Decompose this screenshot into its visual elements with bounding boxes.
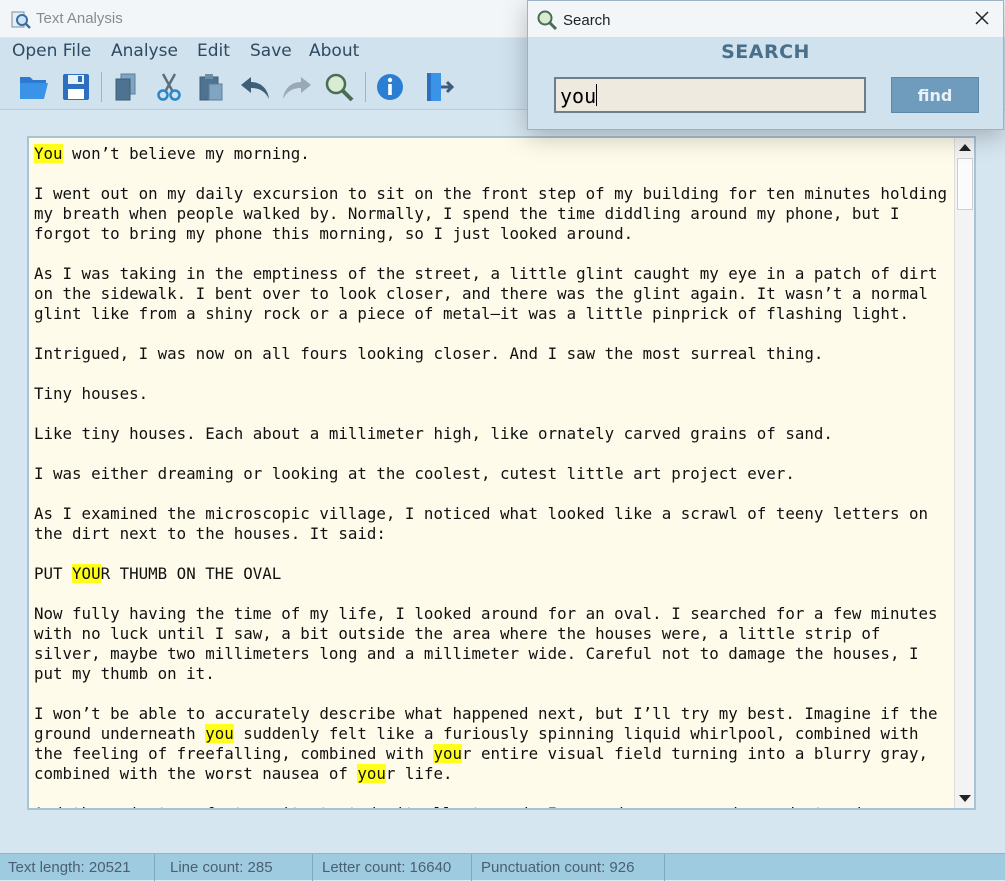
status-separator: [154, 854, 155, 881]
document-line: the feeling of freefalling, combined wit…: [34, 744, 929, 763]
search-dialog: Search SEARCH you find: [527, 0, 1004, 130]
status-separator: [312, 854, 313, 881]
copy-icon: [115, 73, 136, 101]
save-disk-icon: [63, 74, 89, 100]
document-line: with no luck until I saw, a bit outside …: [34, 624, 881, 643]
window-title: Text Analysis: [36, 10, 123, 27]
close-icon[interactable]: [973, 9, 991, 27]
document-line: forgot to bring my phone this morning, s…: [34, 224, 634, 243]
toolbar-separator: [101, 72, 102, 102]
cut-button[interactable]: [152, 70, 186, 104]
status-separator: [664, 854, 665, 881]
search-magnifier-icon: [537, 10, 558, 31]
document-line: my breath when people walked by. Normall…: [34, 204, 900, 223]
scroll-down-arrow-icon[interactable]: [959, 795, 971, 802]
document-line: Now fully having the time of my life, I …: [34, 604, 938, 623]
status-bar: Text length: 20521 Line count: 285 Lette…: [0, 853, 1005, 881]
menu-edit[interactable]: Edit: [197, 41, 230, 61]
status-line-count: Line count: 285: [170, 859, 273, 876]
search-magnifier-icon: [325, 73, 354, 102]
document-line: combined with the worst nausea of your l…: [34, 764, 453, 783]
document-line: I won’t be able to accurately describe w…: [34, 704, 938, 723]
document-line: the dirt next to the houses. It said:: [34, 524, 386, 543]
document-line: Like tiny houses. Each about a millimete…: [34, 424, 833, 443]
document-line: Tiny houses.: [34, 384, 149, 403]
document-line: silver, maybe two millimeters long and a…: [34, 644, 919, 663]
find-button[interactable]: find: [891, 77, 979, 113]
search-dialog-titlebar[interactable]: Search: [528, 1, 1003, 37]
undo-arrow-icon: [241, 77, 269, 99]
document-line: And then, just as fast as it started, it…: [34, 804, 954, 808]
menu-save[interactable]: Save: [250, 41, 292, 61]
document-line: put my thumb on it.: [34, 664, 215, 683]
redo-arrow-icon: [283, 77, 311, 99]
document-line: As I examined the microscopic village, I…: [34, 504, 928, 523]
menu-analyse[interactable]: Analyse: [111, 41, 178, 61]
exit-door-icon: [427, 73, 455, 101]
document-line: Intrigued, I was now on all fours lookin…: [34, 344, 824, 363]
scroll-up-arrow-icon[interactable]: [959, 144, 971, 151]
save-button[interactable]: [59, 70, 93, 104]
app-window: Text Analysis Open File Analyse Edit Sav…: [0, 0, 1005, 881]
document-text[interactable]: You won’t believe my morning. I went out …: [34, 144, 954, 808]
menu-open-file[interactable]: Open File: [12, 41, 91, 61]
status-separator: [471, 854, 472, 881]
document-line: PUT YOUR THUMB ON THE OVAL: [34, 564, 282, 583]
search-dialog-title: Search: [563, 12, 611, 29]
paste-button[interactable]: [194, 70, 228, 104]
document-line: ground underneath you suddenly felt like…: [34, 724, 919, 743]
cut-scissors-icon: [157, 73, 181, 101]
status-letter-count: Letter count: 16640: [322, 859, 452, 876]
search-button[interactable]: [322, 70, 356, 104]
open-folder-icon: [20, 77, 48, 99]
info-icon: [377, 74, 403, 100]
document-line: I was either dreaming or looking at the …: [34, 464, 795, 483]
search-query-text: you: [560, 84, 597, 108]
search-match-highlight: You: [34, 144, 63, 163]
document-line: As I was taking in the emptiness of the …: [34, 264, 938, 283]
document-line: glint like from a shiny rock or a piece …: [34, 304, 909, 323]
undo-button[interactable]: [238, 70, 272, 104]
vertical-scrollbar[interactable]: [954, 138, 974, 808]
exit-button[interactable]: [422, 70, 456, 104]
menu-about[interactable]: About: [309, 41, 359, 61]
search-heading: SEARCH: [721, 41, 810, 63]
info-button[interactable]: [373, 70, 407, 104]
status-punctuation-count: Punctuation count: 926: [481, 859, 635, 876]
text-caret: [596, 84, 598, 106]
search-match-highlight: you: [357, 764, 386, 783]
paste-clipboard-icon: [199, 74, 223, 101]
search-match-highlight: YOU: [72, 564, 101, 583]
document-line: on the sidewalk. I bent over to look clo…: [34, 284, 928, 303]
document-line: You won’t believe my morning.: [34, 144, 310, 163]
toolbar-separator: [365, 72, 366, 102]
copy-button[interactable]: [109, 70, 143, 104]
redo-button[interactable]: [280, 70, 314, 104]
status-text-length: Text length: 20521: [8, 859, 131, 876]
text-editor[interactable]: You won’t believe my morning. I went out …: [27, 136, 976, 810]
search-input[interactable]: you: [554, 77, 866, 113]
document-line: I went out on my daily excursion to sit …: [34, 184, 948, 203]
search-match-highlight: you: [205, 724, 234, 743]
scroll-thumb[interactable]: [957, 158, 973, 210]
open-folder-button[interactable]: [17, 70, 51, 104]
search-match-highlight: you: [433, 744, 462, 763]
app-magnifier-icon: [11, 11, 31, 29]
